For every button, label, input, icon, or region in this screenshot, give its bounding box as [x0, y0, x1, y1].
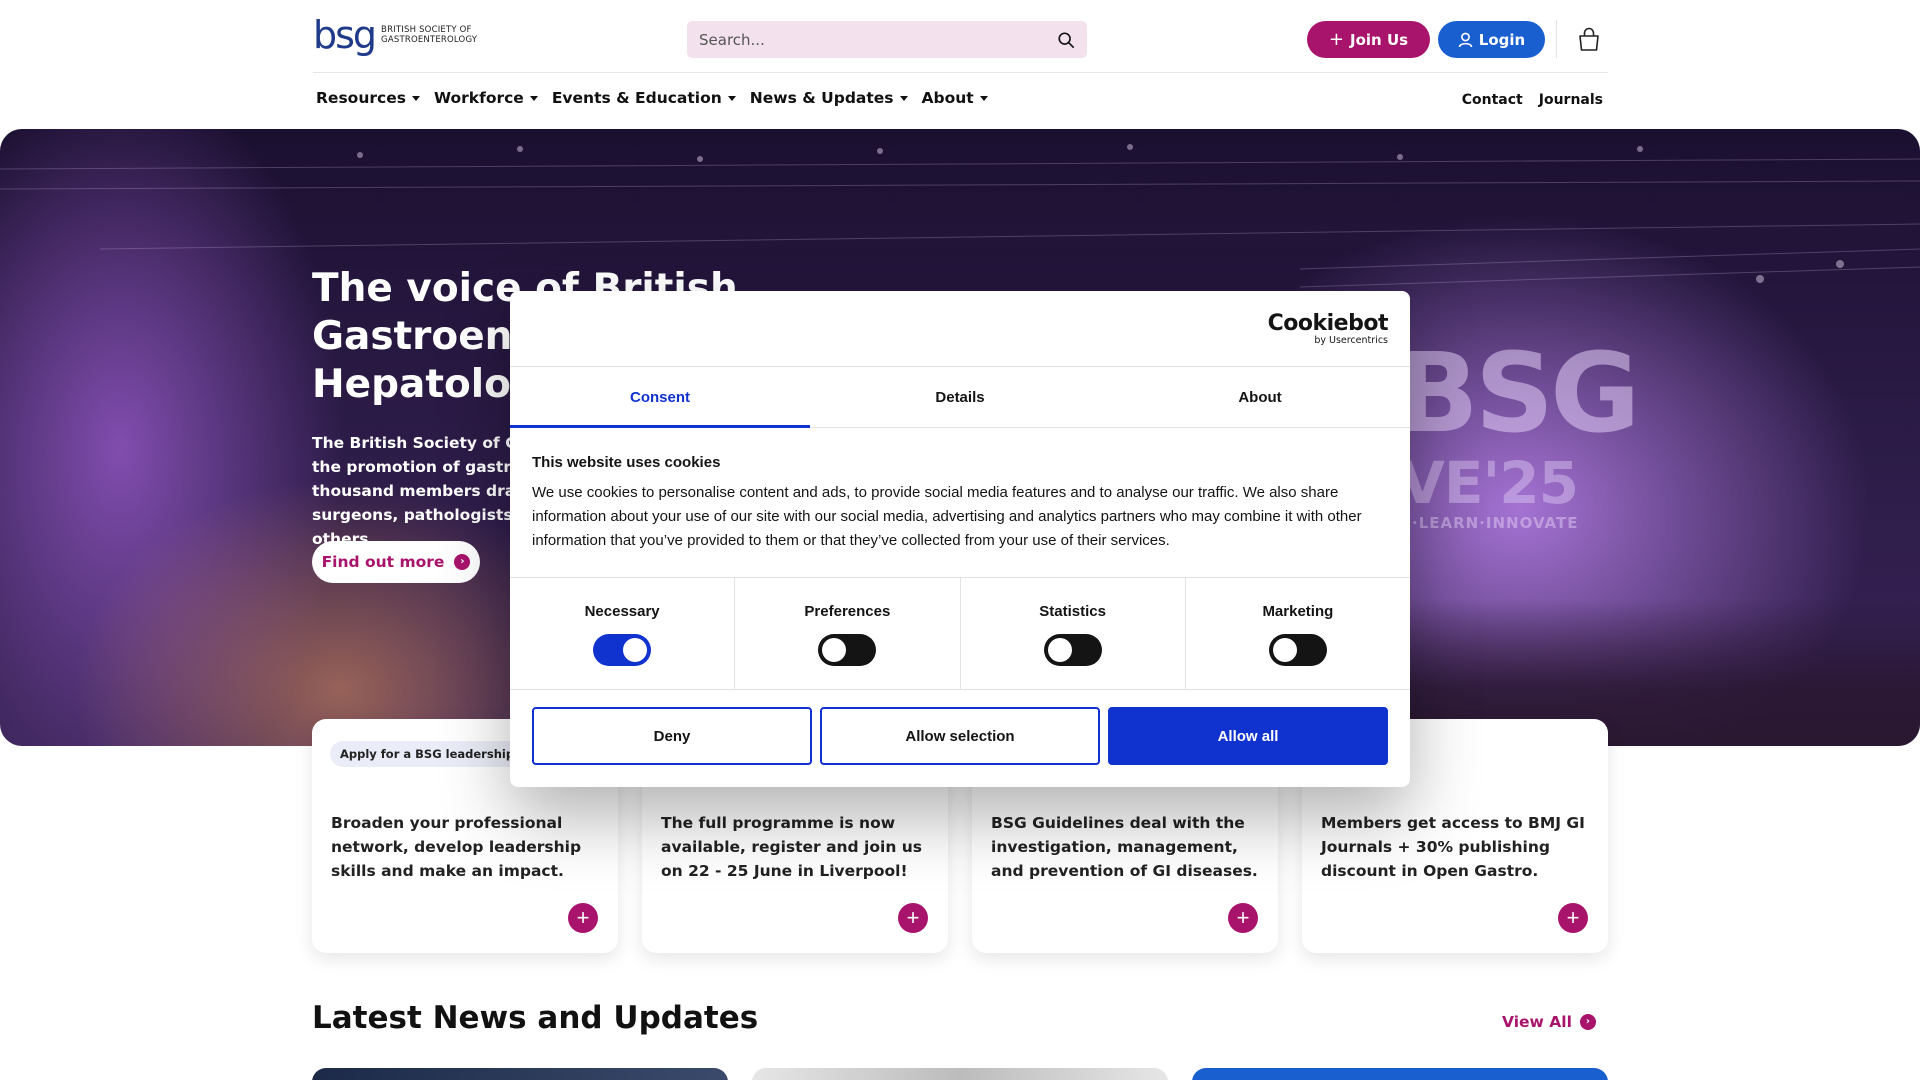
header-rule — [313, 72, 1608, 73]
toggle-label: Necessary — [584, 603, 660, 620]
tab-about[interactable]: About — [1110, 367, 1410, 427]
dialog-tabs: Consent Details About — [510, 367, 1410, 428]
card-text: Members get access to BMJ GI Journals + … — [1321, 814, 1585, 880]
chevron-down-icon — [411, 95, 420, 101]
join-us-label: Join Us — [1350, 30, 1409, 49]
toggle-label: Marketing — [1262, 603, 1334, 620]
site-logo[interactable]: bsg BRITISH SOCIETY OF GASTROENTEROLOGY — [313, 16, 477, 54]
news-card-image[interactable] — [312, 1068, 728, 1080]
dialog-heading: This website uses cookies — [532, 454, 721, 471]
search-input[interactable] — [699, 30, 1057, 49]
login-button[interactable]: Login — [1438, 21, 1545, 58]
backdrop-tagline: ·LEARN·INNOVATE — [1412, 514, 1579, 532]
expand-plus-icon[interactable]: + — [568, 903, 598, 933]
journals-link[interactable]: Journals — [1539, 92, 1603, 108]
chevron-down-icon — [979, 95, 988, 101]
allow-all-button[interactable]: Allow all — [1108, 707, 1388, 765]
nav-item-workforce[interactable]: Workforce — [434, 89, 538, 107]
search-bar — [687, 21, 1087, 58]
utility-nav: Contact Journals — [1462, 92, 1603, 108]
toggle-preferences: Preferences — [735, 578, 961, 689]
toggle-label: Statistics — [1039, 603, 1106, 620]
dialog-header: Cookiebot by Usercentrics — [510, 291, 1410, 367]
backdrop-year-text: VE'25 — [1400, 449, 1579, 517]
logo-text: BRITISH SOCIETY OF GASTROENTEROLOGY — [381, 25, 477, 45]
statistics-switch[interactable] — [1043, 634, 1102, 666]
switch-knob — [1047, 638, 1072, 662]
nav-label: News & Updates — [749, 89, 894, 107]
backdrop-bsg-text: BSG — [1395, 329, 1640, 457]
arrow-right-icon: › — [1579, 1014, 1596, 1030]
nav-item-news-updates[interactable]: News & Updates — [750, 89, 908, 107]
login-label: Login — [1478, 30, 1526, 49]
logo-text-line1: BRITISH SOCIETY OF — [381, 25, 472, 35]
switch-knob — [822, 638, 847, 662]
expand-plus-icon[interactable]: + — [898, 903, 928, 933]
dialog-description: We use cookies to personalise content an… — [532, 484, 1362, 549]
nav-item-resources[interactable]: Resources — [316, 89, 420, 107]
cookiebot-brand-sub: by Usercentrics — [1314, 335, 1388, 346]
allow-selection-button[interactable]: Allow selection — [820, 707, 1100, 765]
chevron-down-icon — [529, 95, 538, 101]
chevron-down-icon — [727, 95, 736, 101]
cookiebot-logo: Cookiebot by Usercentrics — [1267, 311, 1389, 347]
header-divider — [1556, 20, 1557, 58]
join-us-button[interactable]: + Join Us — [1307, 21, 1430, 58]
preferences-switch[interactable] — [818, 634, 877, 666]
switch-knob — [1272, 638, 1297, 662]
arrow-right-icon: › — [454, 554, 471, 570]
expand-plus-icon[interactable]: + — [1558, 903, 1588, 933]
view-all-label: View All — [1502, 1013, 1572, 1031]
toggle-marketing: Marketing — [1186, 578, 1410, 689]
dialog-actions: Deny Allow selection Allow all — [532, 707, 1388, 765]
cookie-consent-dialog: Cookiebot by Usercentrics Consent Detail… — [510, 291, 1410, 787]
view-all-link[interactable]: View All › — [1502, 1013, 1596, 1031]
logo-text-line2: GASTROENTEROLOGY — [381, 35, 478, 45]
consent-toggles: Necessary Preferences Statistics Marketi… — [510, 577, 1410, 690]
switch-knob — [623, 638, 648, 662]
card-text: BSG Guidelines deal with the investigati… — [991, 814, 1258, 880]
main-nav: Resources Workforce Events & Education N… — [316, 89, 1002, 107]
toggle-necessary: Necessary — [510, 578, 736, 689]
tab-details[interactable]: Details — [810, 367, 1110, 427]
necessary-switch[interactable] — [593, 634, 652, 666]
toggle-label: Preferences — [804, 603, 891, 620]
find-out-more-button[interactable]: Find out more › — [312, 541, 480, 583]
nav-label: Resources — [316, 89, 406, 107]
chevron-down-icon — [899, 95, 908, 101]
user-icon — [1458, 32, 1473, 47]
find-out-more-label: Find out more — [321, 553, 445, 571]
card-text: The full programme is now available, reg… — [661, 814, 923, 880]
expand-plus-icon[interactable]: + — [1228, 903, 1258, 933]
marketing-switch[interactable] — [1268, 634, 1327, 666]
toggle-statistics: Statistics — [961, 578, 1186, 689]
news-card-image[interactable] — [752, 1068, 1168, 1080]
nav-label: Workforce — [433, 89, 524, 107]
search-icon[interactable] — [1057, 31, 1075, 49]
cookiebot-brand: Cookiebot — [1267, 311, 1389, 336]
nav-item-events-education[interactable]: Events & Education — [552, 89, 736, 107]
card-text: Broaden your professional network, devel… — [331, 814, 582, 880]
basket-icon[interactable] — [1577, 26, 1601, 52]
news-card-image[interactable] — [1192, 1068, 1608, 1080]
nav-item-about[interactable]: About — [922, 89, 988, 107]
dialog-body: This website uses cookies We use cookies… — [532, 454, 1388, 553]
news-section-title: Latest News and Updates — [312, 1000, 759, 1036]
plus-icon: + — [1328, 28, 1345, 50]
nav-label: Events & Education — [551, 89, 722, 107]
contact-link[interactable]: Contact — [1462, 92, 1523, 108]
nav-label: About — [921, 89, 974, 107]
logo-mark: bsg — [313, 13, 377, 57]
tab-consent[interactable]: Consent — [510, 367, 810, 428]
deny-button[interactable]: Deny — [532, 707, 812, 765]
